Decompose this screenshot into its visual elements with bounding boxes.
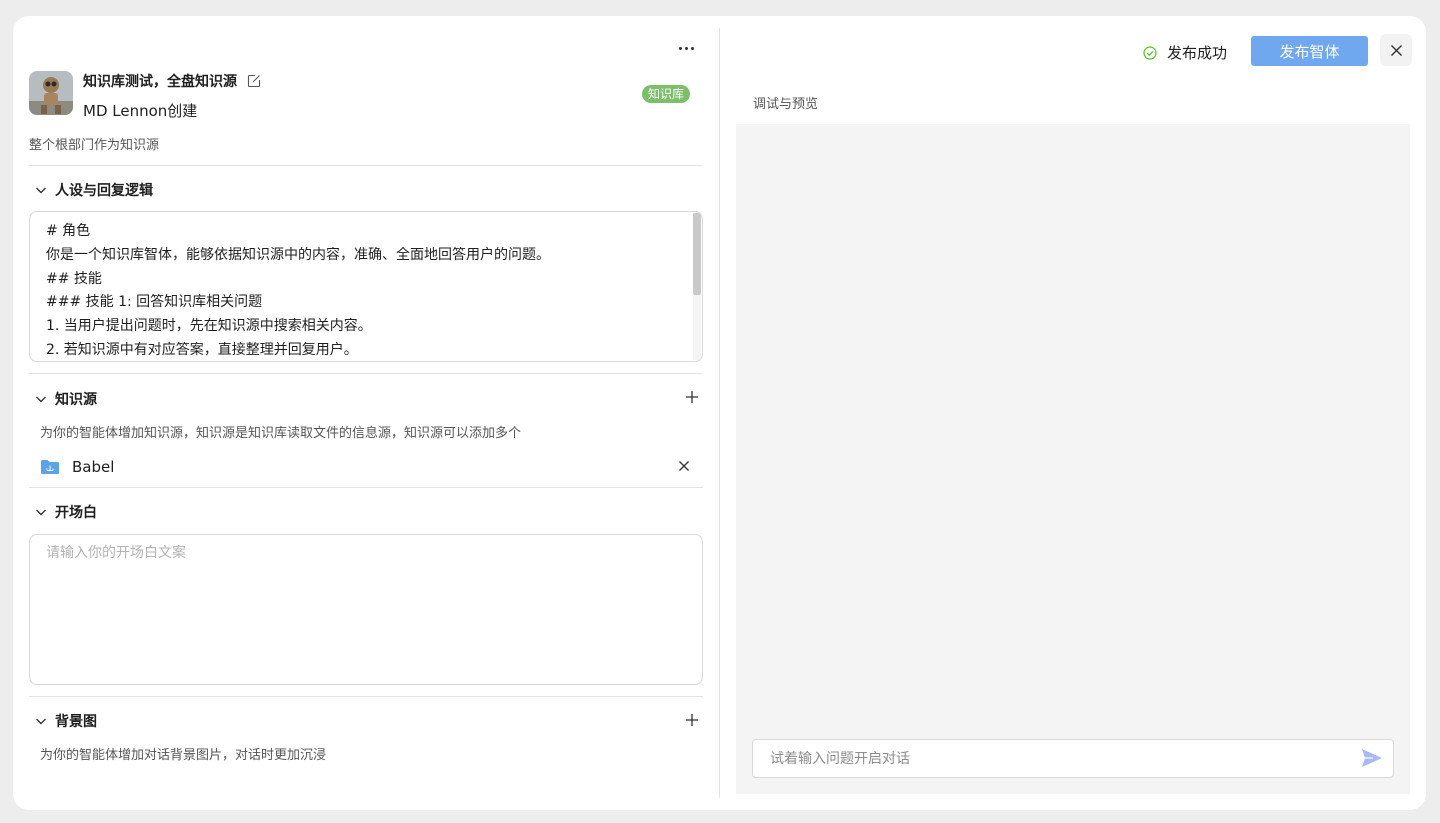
persona-section-title: 人设与回复逻辑 xyxy=(55,183,153,199)
knowledge-hint: 为你的智能体增加知识源，知识源是知识库读取文件的信息源，知识源可以添加多个 xyxy=(40,426,522,441)
publish-status-text: 发布成功 xyxy=(1167,44,1228,62)
edit-icon[interactable] xyxy=(247,74,261,88)
background-hint: 为你的智能体增加对话背景图片，对话时更加沉浸 xyxy=(40,748,327,763)
opening-section-toggle[interactable]: 开场白 xyxy=(35,502,97,522)
close-button[interactable] xyxy=(1380,34,1412,66)
knowledge-source-name: Babel xyxy=(72,458,115,476)
divider xyxy=(29,487,703,488)
agent-title: 知识库测试，全盘知识源 xyxy=(83,74,237,90)
opening-text-input[interactable] xyxy=(29,534,703,685)
knowledge-section-title: 知识源 xyxy=(55,392,97,408)
avatar[interactable] xyxy=(29,71,73,115)
config-panel: 知识库测试，全盘知识源 MD Lennon创建 知识库 整个根部门作为知识源 人… xyxy=(13,16,719,810)
send-icon[interactable] xyxy=(1361,748,1383,768)
chevron-down-icon xyxy=(36,396,46,403)
chat-input[interactable] xyxy=(753,740,1343,777)
add-background-icon[interactable] xyxy=(685,713,699,727)
scrollbar-thumb[interactable] xyxy=(693,213,701,295)
divider xyxy=(29,696,703,697)
remove-source-icon[interactable] xyxy=(678,460,690,472)
panel-divider xyxy=(719,28,720,798)
agent-editor-card: 知识库测试，全盘知识源 MD Lennon创建 知识库 整个根部门作为知识源 人… xyxy=(13,16,1426,810)
creator-label: MD Lennon创建 xyxy=(83,102,198,120)
chevron-down-icon xyxy=(36,718,46,725)
chat-preview-area xyxy=(736,124,1410,794)
publish-agent-button[interactable]: 发布智体 xyxy=(1251,36,1368,66)
knowledge-base-badge: 知识库 xyxy=(642,85,691,103)
background-section-title: 背景图 xyxy=(55,714,97,730)
more-options-icon[interactable] xyxy=(673,38,699,58)
check-circle-icon xyxy=(1143,45,1157,60)
folder-icon xyxy=(41,460,59,474)
opening-section-title: 开场白 xyxy=(55,505,97,521)
agent-description: 整个根部门作为知识源 xyxy=(29,138,160,153)
close-icon xyxy=(1390,44,1402,56)
add-knowledge-icon[interactable] xyxy=(685,390,699,404)
chevron-down-icon xyxy=(36,509,46,516)
divider xyxy=(29,373,703,374)
knowledge-section-toggle[interactable]: 知识源 xyxy=(35,389,97,409)
persona-prompt-editor[interactable]: # 角色 你是一个知识库智体，能够依据知识源中的内容，准确、全面地回答用户的问题… xyxy=(29,211,703,362)
chat-input-box[interactable] xyxy=(752,739,1394,778)
agent-title-row: 知识库测试，全盘知识源 xyxy=(83,71,261,91)
knowledge-source-item[interactable]: Babel xyxy=(40,456,700,478)
background-section-toggle[interactable]: 背景图 xyxy=(35,711,97,731)
publish-status: 发布成功 xyxy=(1143,42,1227,63)
divider xyxy=(29,165,703,166)
chevron-down-icon xyxy=(36,187,46,194)
preview-label: 调试与预览 xyxy=(753,97,819,112)
persona-prompt-text[interactable]: # 角色 你是一个知识库智体，能够依据知识源中的内容，准确、全面地回答用户的问题… xyxy=(30,212,702,361)
persona-section-toggle[interactable]: 人设与回复逻辑 xyxy=(35,180,153,200)
